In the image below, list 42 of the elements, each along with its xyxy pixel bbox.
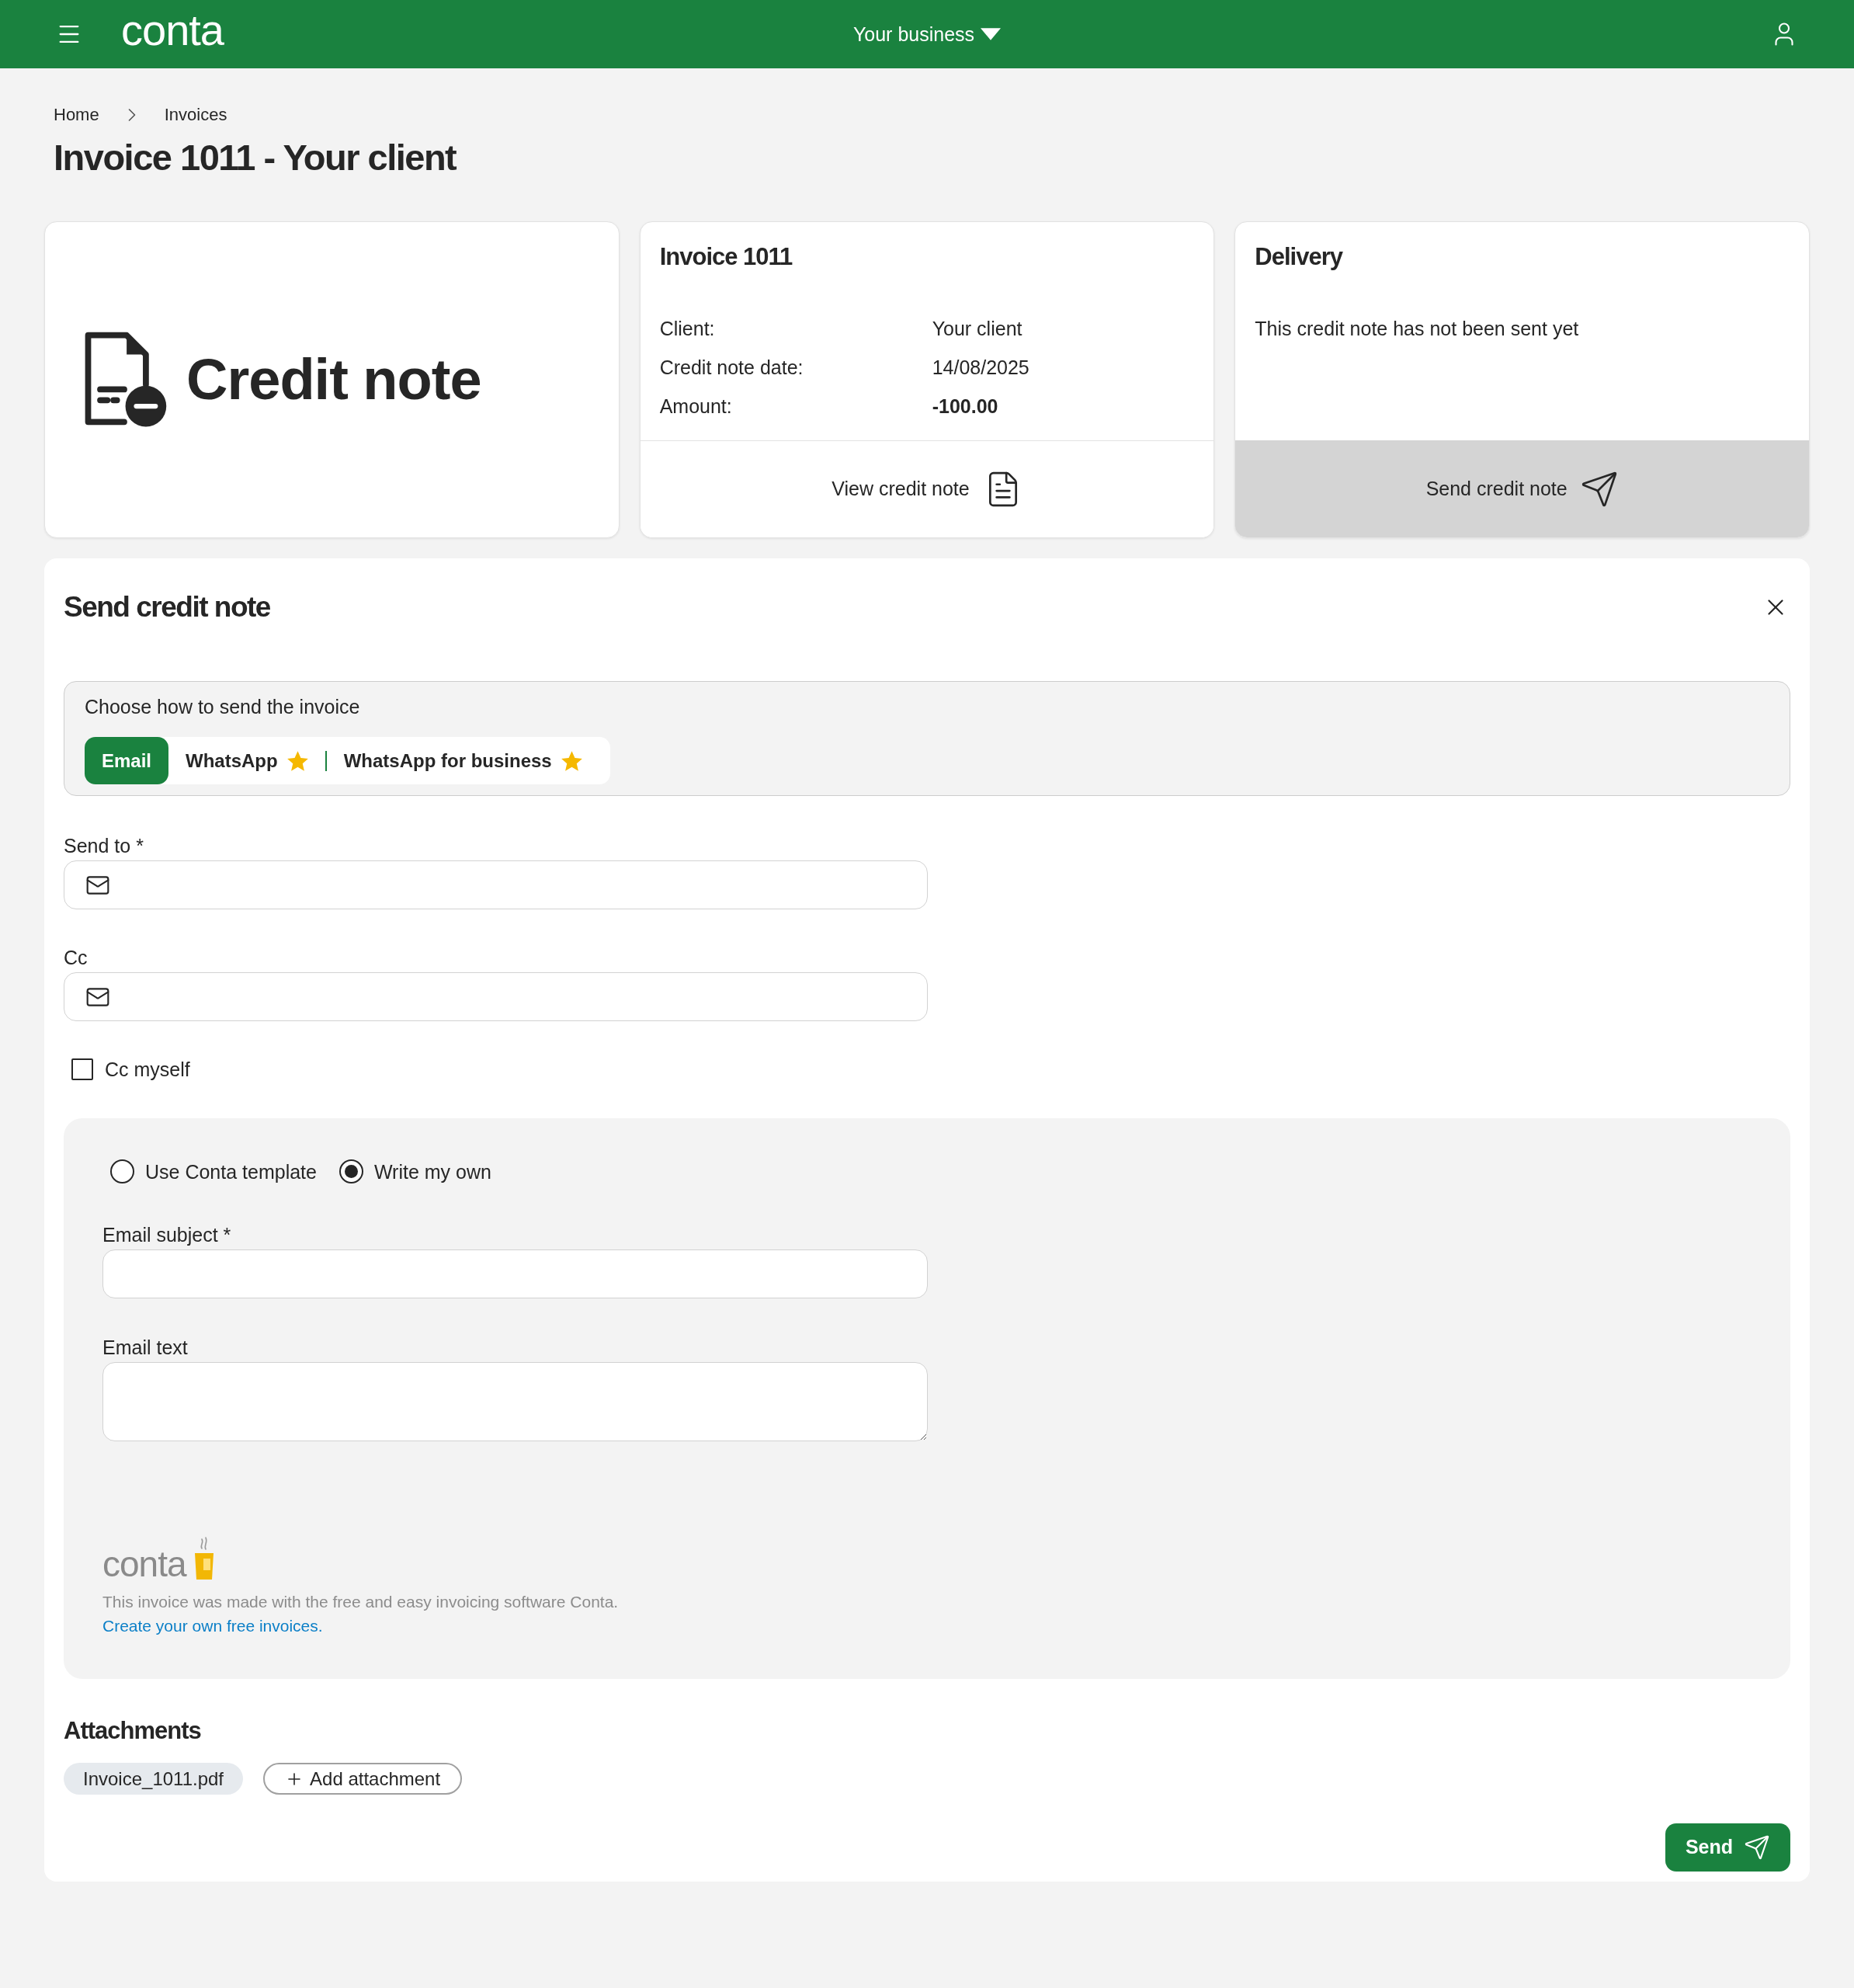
detail-value: Your client: [932, 317, 1023, 341]
detail-value: -100.00: [932, 394, 999, 419]
send-method-tab[interactable]: Email: [85, 737, 169, 784]
paper-plane-icon: [1744, 1834, 1770, 1861]
field-label: Send to *: [64, 835, 144, 857]
email-input-field[interactable]: [64, 860, 928, 909]
footer-logo: conta: [102, 1545, 186, 1583]
footer-link[interactable]: Create your own free invoices.: [102, 1616, 323, 1636]
document-type-label: Credit note: [186, 347, 481, 412]
field-label: Cc: [64, 947, 89, 968]
footer-note: This invoice was made with the free and easy invoicing software Conta.: [102, 1592, 620, 1612]
breadcrumb-link[interactable]: Invoices: [164, 104, 227, 126]
breadcrumb-link[interactable]: Home: [54, 104, 99, 126]
view-credit-note-button[interactable]: View credit note: [640, 440, 1214, 537]
field-label: Email subject *: [102, 1224, 232, 1246]
send-credit-note-button[interactable]: Send credit note: [1235, 440, 1809, 537]
radio-button[interactable]: [339, 1159, 363, 1183]
caret-down-icon: [981, 28, 1002, 40]
detail-label: Credit note date:: [659, 356, 804, 380]
panel-title: Send credit note: [64, 590, 270, 624]
detail-label: Amount:: [659, 394, 733, 419]
checkbox[interactable]: [71, 1058, 93, 1080]
email-input-field[interactable]: [64, 972, 928, 1021]
subject-input-field[interactable]: [102, 1249, 928, 1298]
send-method-prompt: Choose how to send the invoice: [85, 696, 361, 718]
attachment-chip[interactable]: Invoice_1011.pdf: [64, 1763, 244, 1795]
radio-button[interactable]: [110, 1159, 134, 1183]
section-title: Attachments: [64, 1716, 202, 1746]
checkbox-label[interactable]: Cc myself: [105, 1058, 190, 1080]
add-attachment-button[interactable]: Add attachment: [263, 1763, 463, 1795]
card-title: Delivery: [1255, 242, 1344, 272]
field-label: Email text: [102, 1336, 189, 1358]
detail-label: Client:: [659, 317, 716, 341]
radio-label[interactable]: Use Conta template: [145, 1159, 317, 1183]
send-button[interactable]: Send: [1665, 1823, 1790, 1872]
delivery-status: This credit note has not been sent yet: [1255, 317, 1580, 341]
business-dropdown[interactable]: Your business: [852, 23, 1002, 46]
logo[interactable]: conta: [121, 7, 224, 54]
detail-value: 14/08/2025: [932, 356, 1030, 380]
page-title: Invoice 1011 - Your client: [54, 136, 457, 179]
radio-label[interactable]: Write my own: [373, 1159, 491, 1183]
card-title: Invoice 1011: [659, 242, 793, 272]
